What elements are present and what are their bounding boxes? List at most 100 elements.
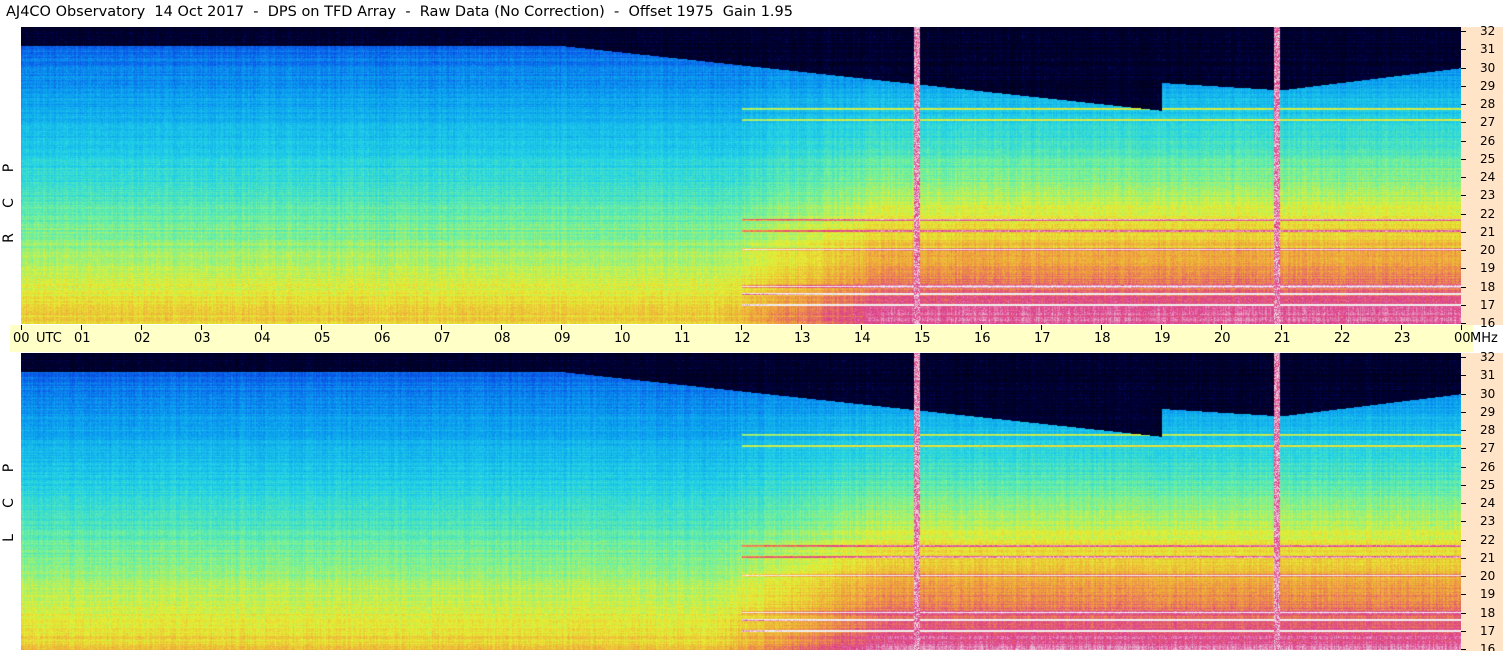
freq-tick: [1461, 394, 1466, 395]
time-tick-label: 11: [674, 331, 691, 346]
time-tick-label: 03: [194, 331, 211, 346]
time-tick: [381, 325, 382, 330]
freq-tick: [1461, 430, 1466, 431]
freq-tick: [1461, 594, 1466, 595]
time-tick-label: 13: [794, 331, 811, 346]
freq-tick: [1461, 287, 1466, 288]
freq-tick-label: 27: [1480, 115, 1496, 129]
time-tick: [681, 325, 682, 330]
time-tick: [1401, 325, 1402, 330]
lcp-letter-2: C: [1, 498, 17, 508]
freq-tick-label: 18: [1480, 606, 1496, 620]
time-tick: [141, 325, 142, 330]
freq-tick: [1461, 49, 1466, 50]
time-tick-label: 01: [74, 331, 91, 346]
time-tick: [1041, 325, 1042, 330]
time-tick: [261, 325, 262, 330]
freq-tick: [1461, 214, 1466, 215]
time-tick: [1341, 325, 1342, 330]
lcp-spectrogram: [21, 353, 1461, 650]
freq-tick: [1461, 558, 1466, 559]
freq-tick: [1461, 250, 1466, 251]
time-tick: [1461, 325, 1462, 330]
freq-tick-label: 23: [1480, 188, 1496, 202]
freq-tick: [1461, 141, 1466, 142]
freq-tick-label: 29: [1480, 405, 1496, 419]
freq-tick-label: 22: [1480, 207, 1496, 221]
freq-tick-label: 24: [1480, 496, 1496, 510]
freq-tick-label: 25: [1480, 478, 1496, 492]
freq-tick: [1461, 305, 1466, 306]
freq-tick-label: 17: [1480, 298, 1496, 312]
freq-tick-label: 31: [1480, 42, 1496, 56]
freq-tick-label: 26: [1480, 134, 1496, 148]
freq-tick-label: 21: [1480, 225, 1496, 239]
rcp-letter-2: C: [1, 198, 17, 208]
time-tick-label: 10: [614, 331, 631, 346]
time-tick: [1281, 325, 1282, 330]
time-tick: [1221, 325, 1222, 330]
freq-tick: [1461, 467, 1466, 468]
time-tick: [981, 325, 982, 330]
freq-tick-label: 32: [1480, 24, 1496, 38]
chart-title: AJ4CO Observatory 14 Oct 2017 - DPS on T…: [6, 4, 793, 20]
rcp-spectrogram-canvas: [21, 27, 1461, 324]
freq-tick-label: 25: [1480, 152, 1496, 166]
time-tick: [81, 325, 82, 330]
time-tick-label: 09: [554, 331, 571, 346]
freq-tick: [1461, 540, 1466, 541]
freq-tick: [1461, 649, 1466, 650]
time-tick-label: 15: [914, 331, 931, 346]
time-tick: [321, 325, 322, 330]
time-tick: [501, 325, 502, 330]
freq-tick: [1461, 323, 1466, 324]
time-tick-label: 05: [314, 331, 331, 346]
freq-tick: [1461, 31, 1466, 32]
time-tick: [621, 325, 622, 330]
time-tick-label: 04: [254, 331, 271, 346]
lcp-spectrogram-canvas: [21, 353, 1461, 650]
time-tick-label: 02: [134, 331, 151, 346]
freq-tick: [1461, 503, 1466, 504]
rcp-spectrogram: [21, 27, 1461, 324]
time-axis-unit: UTC: [36, 331, 62, 346]
freq-tick-label: 17: [1480, 624, 1496, 638]
freq-tick: [1461, 613, 1466, 614]
freq-tick: [1461, 86, 1466, 87]
time-tick-label: 14: [854, 331, 871, 346]
time-tick: [1161, 325, 1162, 330]
freq-tick-label: 18: [1480, 280, 1496, 294]
time-tick: [921, 325, 922, 330]
time-tick: [441, 325, 442, 330]
freq-tick-label: 21: [1480, 551, 1496, 565]
freq-tick: [1461, 159, 1466, 160]
time-tick: [201, 325, 202, 330]
freq-tick: [1461, 357, 1466, 358]
freq-tick-label: 19: [1480, 587, 1496, 601]
time-tick: [801, 325, 802, 330]
freq-tick: [1461, 485, 1466, 486]
freq-tick: [1461, 104, 1466, 105]
time-tick-label: 07: [434, 331, 451, 346]
time-tick: [21, 325, 22, 330]
time-tick-label: 21: [1274, 331, 1291, 346]
time-tick-label: 00: [13, 331, 30, 346]
freq-tick: [1461, 576, 1466, 577]
freq-tick: [1461, 195, 1466, 196]
freq-tick: [1461, 375, 1466, 376]
freq-axis-unit: MHz: [1470, 331, 1498, 346]
time-tick-label: 17: [1034, 331, 1051, 346]
freq-tick-label: 20: [1480, 243, 1496, 257]
bottom-margin: [0, 651, 1503, 672]
time-tick: [741, 325, 742, 330]
time-tick-label: 18: [1094, 331, 1111, 346]
freq-tick: [1461, 448, 1466, 449]
time-tick-label: 20: [1214, 331, 1231, 346]
time-tick-label: 06: [374, 331, 391, 346]
freq-tick: [1461, 631, 1466, 632]
freq-tick-label: 23: [1480, 514, 1496, 528]
time-tick-label: 22: [1334, 331, 1351, 346]
freq-tick-label: 31: [1480, 368, 1496, 382]
lcp-label: L C P: [0, 353, 21, 651]
freq-tick-label: 24: [1480, 170, 1496, 184]
